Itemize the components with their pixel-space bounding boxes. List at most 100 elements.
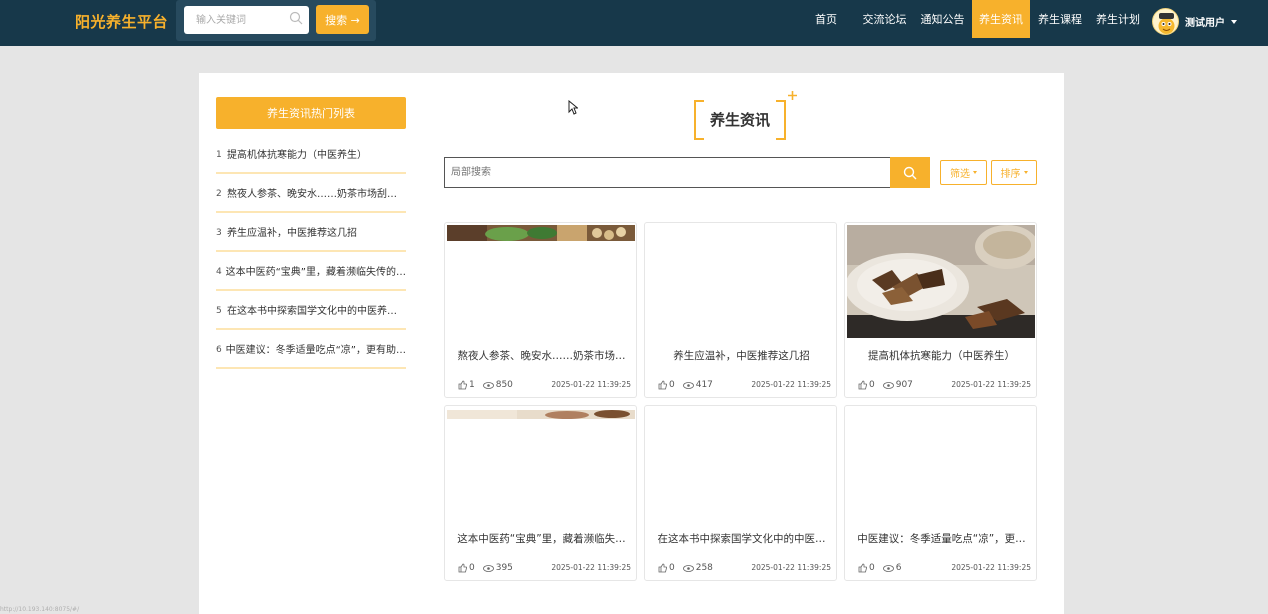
section-title: 养生资讯	[694, 99, 786, 140]
card-meta: 0 258	[658, 563, 721, 573]
user-name: 测试用户	[1185, 18, 1225, 29]
thumbs-up-icon[interactable]	[858, 563, 867, 573]
eye-icon	[682, 564, 694, 572]
hot-list-num: 2	[216, 189, 222, 199]
card-date: 2025-01-22 11:39:25	[551, 380, 631, 389]
news-card[interactable]: 在这本书中探索国学文化中的中医… 0 258 2025-01-22 11:39:…	[644, 405, 837, 581]
hot-list-header: 养生资讯热门列表	[216, 97, 406, 129]
card-title: 中医建议：冬季适量吃点“凉”，更…	[857, 533, 1026, 545]
eye-icon	[482, 564, 494, 572]
card-title: 在这本书中探索国学文化中的中医…	[657, 533, 826, 545]
thumbs-up-icon[interactable]	[458, 563, 467, 573]
card-image	[647, 225, 835, 338]
filter-label: 筛选	[950, 169, 970, 180]
like-count: 0	[869, 380, 875, 390]
like-count: 0	[669, 563, 675, 573]
nav-notice[interactable]: 通知公告	[919, 0, 966, 38]
thumbs-up-icon[interactable]	[658, 380, 667, 390]
view-count: 6	[895, 563, 902, 573]
herbs-image	[447, 410, 635, 419]
nav-forum[interactable]: 交流论坛	[861, 0, 908, 38]
chevron-down-icon	[973, 171, 977, 174]
sort-dropdown[interactable]: 排序	[991, 160, 1037, 185]
news-card[interactable]: 这本中医药“宝典”里，藏着濒临失… 0 395 2025-01-22 11:39…	[444, 405, 637, 581]
hot-list-item[interactable]: 2 熬夜人参茶、晚安水……奶茶市场刮…	[216, 174, 406, 213]
local-search-button[interactable]	[890, 157, 930, 188]
like-count: 0	[669, 380, 675, 390]
chevron-down-icon	[1023, 171, 1028, 174]
hot-list-num: 4	[216, 267, 222, 277]
hot-list-item[interactable]: 4 这本中医药“宝典”里，藏着濒临失传的…	[216, 252, 406, 291]
card-date: 2025-01-22 11:39:25	[751, 380, 831, 389]
nav-home[interactable]: 首页	[810, 0, 842, 38]
view-count: 258	[695, 563, 713, 573]
avatar	[1152, 8, 1179, 35]
dried-herbs-image	[847, 225, 1035, 338]
card-meta: 0 907	[858, 380, 921, 390]
hot-list-label: 养生应温补，中医推荐这几招	[227, 228, 357, 239]
sparkle-icon	[788, 91, 797, 100]
card-date: 2025-01-22 11:39:25	[951, 563, 1031, 572]
eye-icon	[482, 381, 494, 389]
thumbs-up-icon[interactable]	[458, 380, 467, 390]
search-icon	[289, 11, 303, 25]
hot-list-num: 5	[216, 306, 222, 316]
view-count: 850	[495, 380, 513, 390]
hot-list-num: 6	[216, 345, 222, 355]
nav-health-plan[interactable]: 养生计划	[1093, 0, 1143, 38]
nav-health-news[interactable]: 养生资讯	[972, 0, 1030, 38]
card-image	[847, 408, 1035, 521]
avatar-character-icon	[1158, 13, 1175, 34]
hot-list-num: 3	[216, 228, 222, 238]
card-date: 2025-01-22 11:39:25	[551, 563, 631, 572]
filter-dropdown[interactable]: 筛选	[940, 160, 987, 185]
page-title: 养生资讯	[709, 111, 770, 129]
hot-list-item[interactable]: 3 养生应温补，中医推荐这几招	[216, 213, 406, 252]
hot-list-label: 提高机体抗寒能力（中医养生）	[227, 150, 367, 161]
news-card[interactable]: 养生应温补，中医推荐这几招 0 417 2025-01-22 11:39:25	[644, 222, 837, 398]
hot-list-label: 中医建议：冬季适量吃点“凉”，更有助…	[225, 345, 406, 356]
view-count: 907	[895, 380, 913, 390]
search-icon	[903, 166, 917, 179]
card-meta: 0 395	[458, 563, 521, 573]
hot-list-label: 这本中医药“宝典”里，藏着濒临失传的…	[225, 267, 406, 278]
hot-list-item[interactable]: 1 提高机体抗寒能力（中医养生）	[216, 135, 406, 174]
news-card[interactable]: 提高机体抗寒能力（中医养生） 0 907 2025-01-22 11:39:25	[844, 222, 1037, 398]
news-card[interactable]: 中医建议：冬季适量吃点“凉”，更… 0 6 2025-01-22 11:39:2…	[844, 405, 1037, 581]
card-meta: 0 417	[658, 380, 721, 390]
eye-icon	[682, 381, 694, 389]
like-count: 0	[469, 563, 475, 573]
thumbs-up-icon[interactable]	[858, 380, 867, 390]
hot-list-item[interactable]: 6 中医建议：冬季适量吃点“凉”，更有助…	[216, 330, 406, 369]
herbs-image	[447, 225, 635, 241]
card-title: 这本中医药“宝典”里，藏着濒临失…	[457, 533, 626, 545]
card-image	[847, 225, 1035, 338]
card-image	[447, 225, 635, 338]
view-count: 417	[695, 380, 713, 390]
hot-list-item[interactable]: 5 在这本书中探索国学文化中的中医养…	[216, 291, 406, 330]
card-image	[447, 408, 635, 521]
chevron-down-icon	[1231, 19, 1237, 24]
user-menu[interactable]: 测试用户	[1152, 8, 1237, 35]
like-count: 0	[869, 563, 875, 573]
card-date: 2025-01-22 11:39:25	[751, 563, 831, 572]
news-card[interactable]: 熬夜人参茶、晚安水……奶茶市场… 1 850 2025-01-22 11:39:…	[444, 222, 637, 398]
card-meta: 1 850	[458, 380, 521, 390]
like-count: 1	[469, 380, 475, 390]
hot-list-num: 1	[216, 150, 222, 160]
card-title: 提高机体抗寒能力（中医养生）	[868, 350, 1015, 362]
mouse-cursor-icon	[568, 100, 578, 115]
local-search-input[interactable]	[444, 157, 891, 188]
hot-list-label: 熬夜人参茶、晚安水……奶茶市场刮…	[227, 189, 397, 200]
site-logo[interactable]: 阳光养生平台	[75, 11, 168, 32]
thumbs-up-icon[interactable]	[658, 563, 667, 573]
eye-icon	[882, 381, 894, 389]
nav-health-course[interactable]: 养生课程	[1035, 0, 1085, 38]
card-title: 养生应温补，中医推荐这几招	[673, 350, 810, 362]
eye-icon	[882, 564, 894, 572]
hot-list-label: 在这本书中探索国学文化中的中医养…	[227, 306, 397, 317]
sort-label: 排序	[1000, 169, 1021, 180]
header-search-button[interactable]: 搜索 →	[316, 5, 369, 34]
card-image	[647, 408, 835, 521]
card-title: 熬夜人参茶、晚安水……奶茶市场…	[457, 350, 626, 362]
